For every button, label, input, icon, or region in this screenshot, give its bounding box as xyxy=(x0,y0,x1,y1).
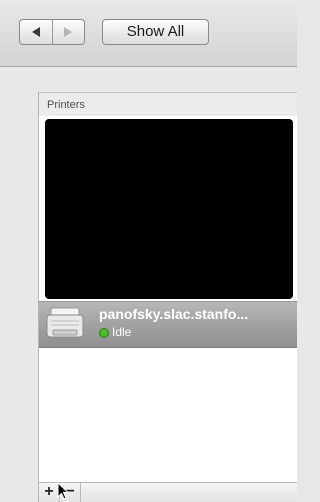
printer-icon xyxy=(46,307,84,338)
status-indicator-icon xyxy=(99,328,109,338)
printer-list-item[interactable]: panofsky.slac.stanfo... Idle xyxy=(39,301,297,348)
printers-list[interactable]: panofsky.slac.stanfo... Idle + − xyxy=(39,116,297,502)
mouse-cursor-icon xyxy=(57,482,69,500)
printer-status: Idle xyxy=(112,325,132,339)
printers-list-blank-region xyxy=(45,119,293,299)
toolbar: Show All xyxy=(0,0,297,67)
show-all-button[interactable]: Show All xyxy=(102,19,209,45)
left-arrow-icon xyxy=(31,27,40,37)
nav-segmented-control xyxy=(19,19,85,45)
back-button[interactable] xyxy=(20,20,52,44)
printers-panel-title: Printers xyxy=(47,99,85,111)
forward-button[interactable] xyxy=(51,20,85,44)
printers-panel: Printers panofsky.slac.stanfo... Idle + … xyxy=(38,92,297,502)
printer-name: panofsky.slac.stanfo... xyxy=(99,306,249,322)
list-controls: + − xyxy=(39,482,297,502)
right-arrow-icon xyxy=(64,27,73,37)
